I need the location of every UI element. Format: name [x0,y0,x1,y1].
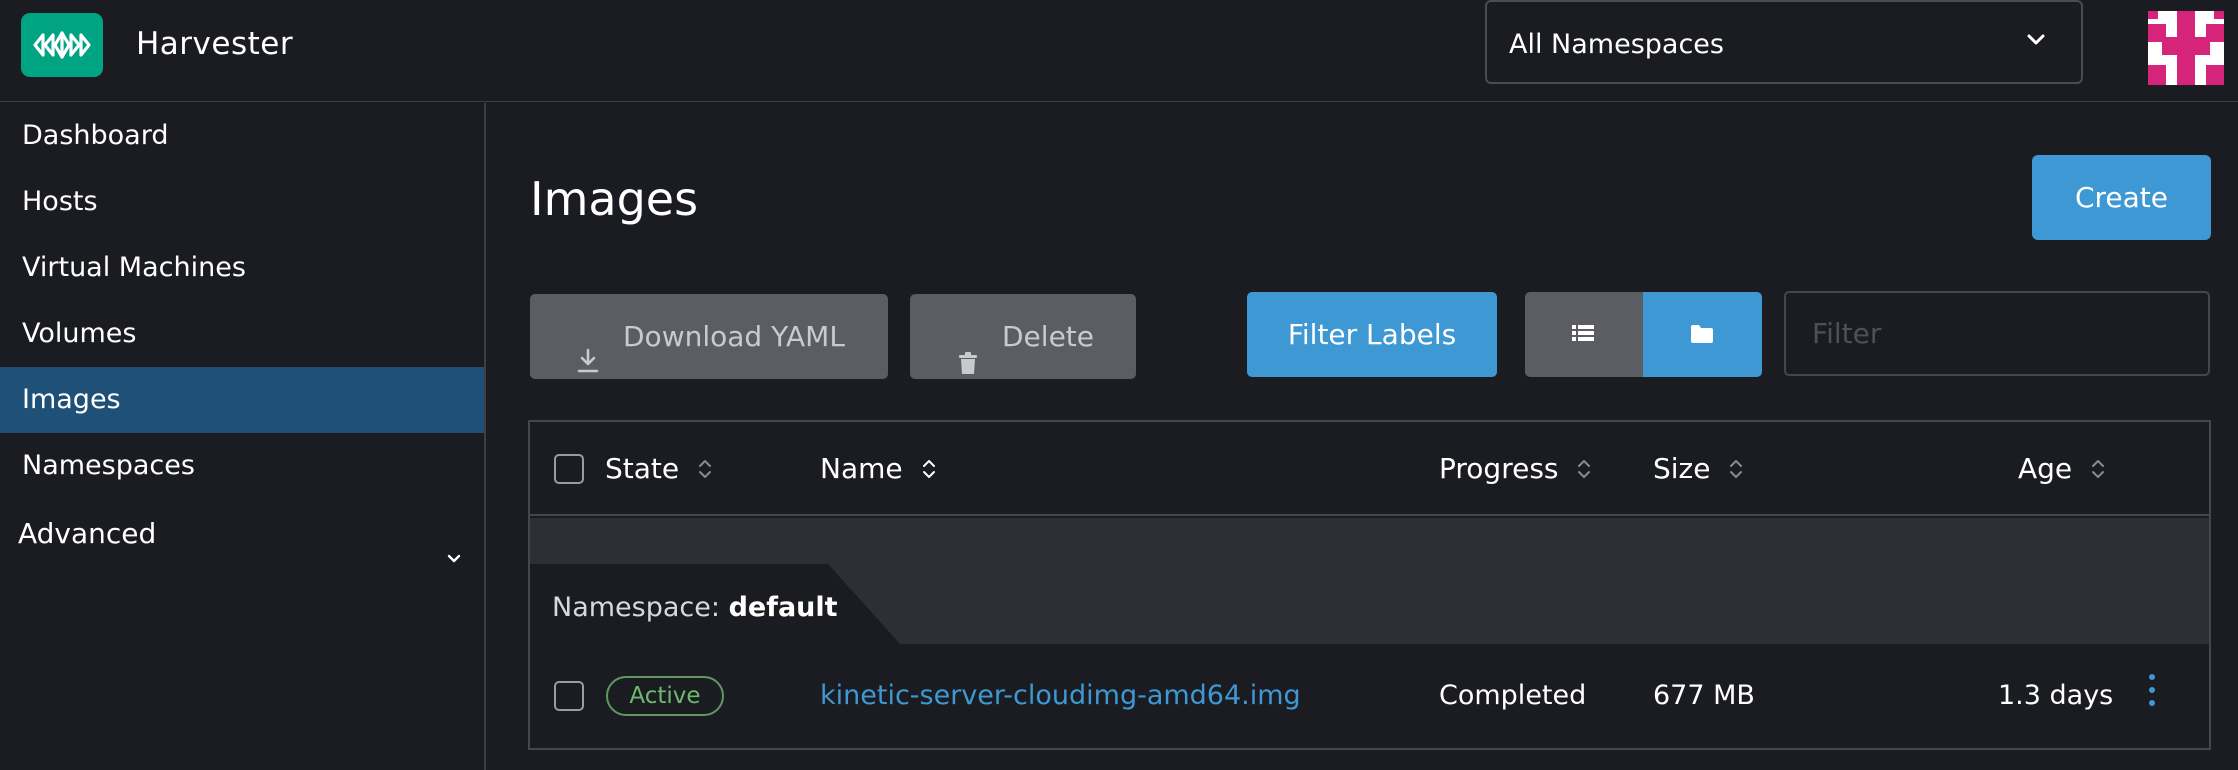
download-yaml-button[interactable]: Download YAML [530,294,888,379]
table-header: State Name Progress Size Age [530,422,2209,516]
sidebar-item-label: Virtual Machines [22,252,246,283]
column-label: Name [820,452,903,485]
harvester-logo-icon[interactable] [21,13,103,77]
create-button[interactable]: Create [2032,155,2211,240]
sort-icon [2091,454,2105,487]
column-header-size[interactable]: Size [1653,452,1743,487]
filter-labels-button[interactable]: Filter Labels [1247,292,1497,377]
column-label: State [605,452,680,485]
sidebar-item-label: Hosts [22,186,98,217]
sidebar-group-advanced[interactable]: Advanced [0,501,484,567]
filter-input[interactable] [1784,291,2210,376]
column-header-name[interactable]: Name [820,452,936,487]
column-label: Progress [1439,452,1559,485]
namespace-group-label: Namespace: default [552,592,838,623]
sort-icon [1577,454,1591,487]
chevron-down-icon [2025,28,2047,54]
top-header: Harvester All Namespaces [0,0,2238,102]
namespace-select[interactable]: All Namespaces [1485,0,2083,84]
chevron-down-icon [446,525,462,591]
sidebar-item-volumes[interactable]: Volumes [0,301,484,367]
sidebar-item-namespaces[interactable]: Namespaces [0,433,484,499]
sidebar-item-label: Images [22,384,121,415]
sidebar-item-virtual-machines[interactable]: Virtual Machines [0,235,484,301]
column-label: Age [2018,452,2073,485]
namespace-select-value: All Namespaces [1509,29,1724,60]
progress-cell: Completed [1439,680,1587,711]
download-yaml-label: Download YAML [623,320,845,353]
status-badge: Active [606,676,724,716]
image-name-link[interactable]: kinetic-server-cloudimg-amd64.img [820,680,1301,711]
user-avatar[interactable] [2148,11,2224,85]
select-all-checkbox[interactable] [554,454,584,484]
folder-icon [1690,324,1714,348]
sidebar-item-dashboard[interactable]: Dashboard [0,103,484,169]
list-view-toggle[interactable] [1525,292,1643,377]
download-icon [576,322,600,407]
column-label: Size [1653,452,1711,485]
row-checkbox[interactable] [554,681,584,711]
sidebar-item-label: Namespaces [22,450,195,481]
sidebar-item-label: Volumes [22,318,137,349]
sidebar-item-label: Dashboard [22,120,169,151]
sort-icon [1729,454,1743,487]
group-namespace-name: default [728,592,838,623]
more-vertical-icon[interactable] [2147,670,2157,720]
sort-icon [698,454,712,487]
sidebar-item-images[interactable]: Images [0,367,484,433]
trash-icon [958,324,978,409]
age-cell: 1.3 days [1998,680,2114,711]
sort-icon [922,454,936,487]
table-row: Active kinetic-server-cloudimg-amd64.img… [530,644,2209,748]
column-header-progress[interactable]: Progress [1439,452,1591,487]
sidebar-item-hosts[interactable]: Hosts [0,169,484,235]
column-header-state[interactable]: State [605,452,712,487]
list-icon [1572,324,1594,346]
images-table: State Name Progress Size Age Namespace: … [528,420,2211,750]
delete-label: Delete [1002,320,1094,353]
group-prefix: Namespace: [552,592,720,623]
sidebar-item-label: Advanced [18,517,157,550]
size-cell: 677 MB [1653,680,1755,711]
folder-view-toggle[interactable] [1643,292,1762,377]
column-header-age[interactable]: Age [2018,452,2105,487]
page-title: Images [530,172,699,226]
delete-button[interactable]: Delete [910,294,1136,379]
app-title: Harvester [136,26,294,62]
sidebar-nav: Dashboard Hosts Virtual Machines Volumes… [0,103,486,770]
